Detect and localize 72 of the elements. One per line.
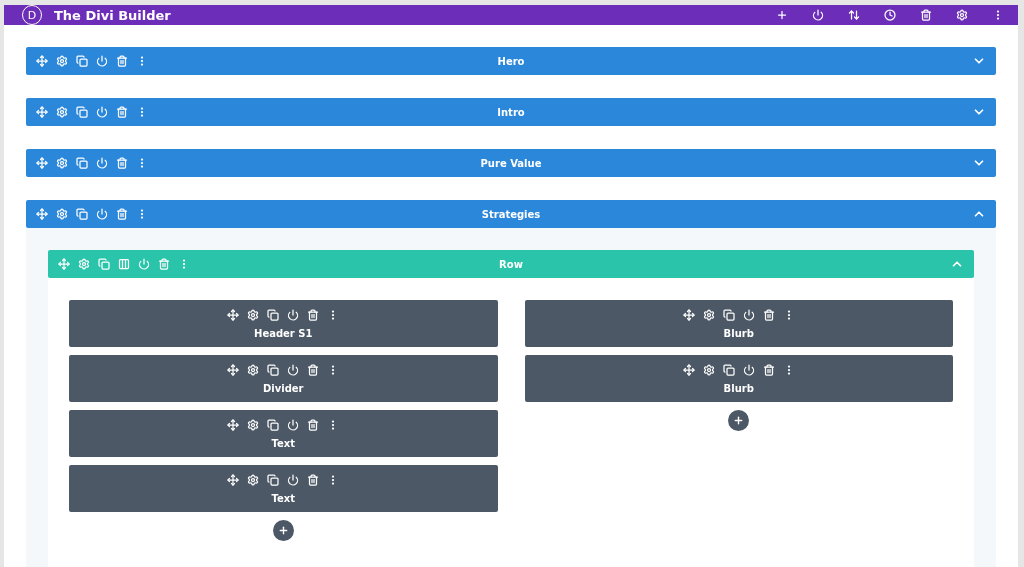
- duplicate-icon[interactable]: [76, 55, 88, 67]
- power-icon[interactable]: [742, 363, 755, 376]
- module-label: Text: [271, 492, 295, 504]
- power-icon[interactable]: [96, 106, 108, 118]
- trash-icon[interactable]: [116, 106, 128, 118]
- builder-title: The Divi Builder: [54, 7, 172, 23]
- duplicate-icon[interactable]: [722, 363, 735, 376]
- power-icon[interactable]: [812, 9, 824, 21]
- trash-icon[interactable]: [307, 363, 320, 376]
- power-icon[interactable]: [742, 308, 755, 321]
- settings-icon[interactable]: [56, 208, 68, 220]
- trash-icon[interactable]: [116, 208, 128, 220]
- settings-icon[interactable]: [56, 55, 68, 67]
- settings-icon[interactable]: [702, 363, 715, 376]
- power-icon[interactable]: [287, 418, 300, 431]
- duplicate-icon[interactable]: [267, 363, 280, 376]
- trash-icon[interactable]: [116, 55, 128, 67]
- settings-icon[interactable]: [247, 418, 260, 431]
- duplicate-icon[interactable]: [267, 418, 280, 431]
- settings-icon[interactable]: [56, 106, 68, 118]
- power-icon[interactable]: [287, 363, 300, 376]
- move-icon[interactable]: [227, 363, 240, 376]
- power-icon[interactable]: [96, 157, 108, 169]
- power-icon[interactable]: [287, 473, 300, 486]
- move-icon[interactable]: [227, 308, 240, 321]
- duplicate-icon[interactable]: [76, 157, 88, 169]
- add-icon[interactable]: [776, 9, 788, 21]
- module-label: Blurb: [723, 327, 754, 339]
- module-label: Header S1: [254, 327, 313, 339]
- duplicate-icon[interactable]: [76, 208, 88, 220]
- settings-icon[interactable]: [702, 308, 715, 321]
- duplicate-icon[interactable]: [76, 106, 88, 118]
- move-icon[interactable]: [36, 55, 48, 67]
- trash-icon[interactable]: [920, 9, 932, 21]
- settings-icon[interactable]: [247, 308, 260, 321]
- module-label: Divider: [262, 382, 304, 394]
- settings-icon[interactable]: [956, 9, 968, 21]
- trash-icon[interactable]: [307, 308, 320, 321]
- history-icon[interactable]: [884, 9, 896, 21]
- move-icon[interactable]: [227, 473, 240, 486]
- move-icon[interactable]: [682, 308, 695, 321]
- move-icon[interactable]: [682, 363, 695, 376]
- power-icon[interactable]: [96, 55, 108, 67]
- move-icon[interactable]: [36, 157, 48, 169]
- module-label: Text: [271, 437, 295, 449]
- section-label: Hero: [497, 55, 525, 67]
- module-label: Blurb: [723, 382, 754, 394]
- move-icon[interactable]: [36, 208, 48, 220]
- trash-icon[interactable]: [116, 157, 128, 169]
- row-label: Row: [499, 258, 523, 270]
- section-label: Pure Value: [480, 157, 542, 169]
- settings-icon[interactable]: [247, 363, 260, 376]
- section-label: Strategies: [481, 208, 541, 220]
- plus-icon: [733, 415, 745, 426]
- power-icon[interactable]: [96, 208, 108, 220]
- duplicate-icon[interactable]: [267, 308, 280, 321]
- settings-icon[interactable]: [56, 157, 68, 169]
- move-icon[interactable]: [227, 418, 240, 431]
- section-label: Intro: [497, 106, 525, 118]
- add-module-button[interactable]: [272, 520, 294, 541]
- plus-icon: [277, 525, 289, 536]
- trash-icon[interactable]: [307, 473, 320, 486]
- settings-icon[interactable]: [247, 473, 260, 486]
- trash-icon[interactable]: [762, 363, 775, 376]
- sort-icon[interactable]: [848, 9, 860, 21]
- duplicate-icon[interactable]: [722, 308, 735, 321]
- trash-icon[interactable]: [307, 418, 320, 431]
- duplicate-icon[interactable]: [267, 473, 280, 486]
- add-module-button[interactable]: [728, 410, 750, 431]
- power-icon[interactable]: [287, 308, 300, 321]
- move-icon[interactable]: [36, 106, 48, 118]
- trash-icon[interactable]: [762, 308, 775, 321]
